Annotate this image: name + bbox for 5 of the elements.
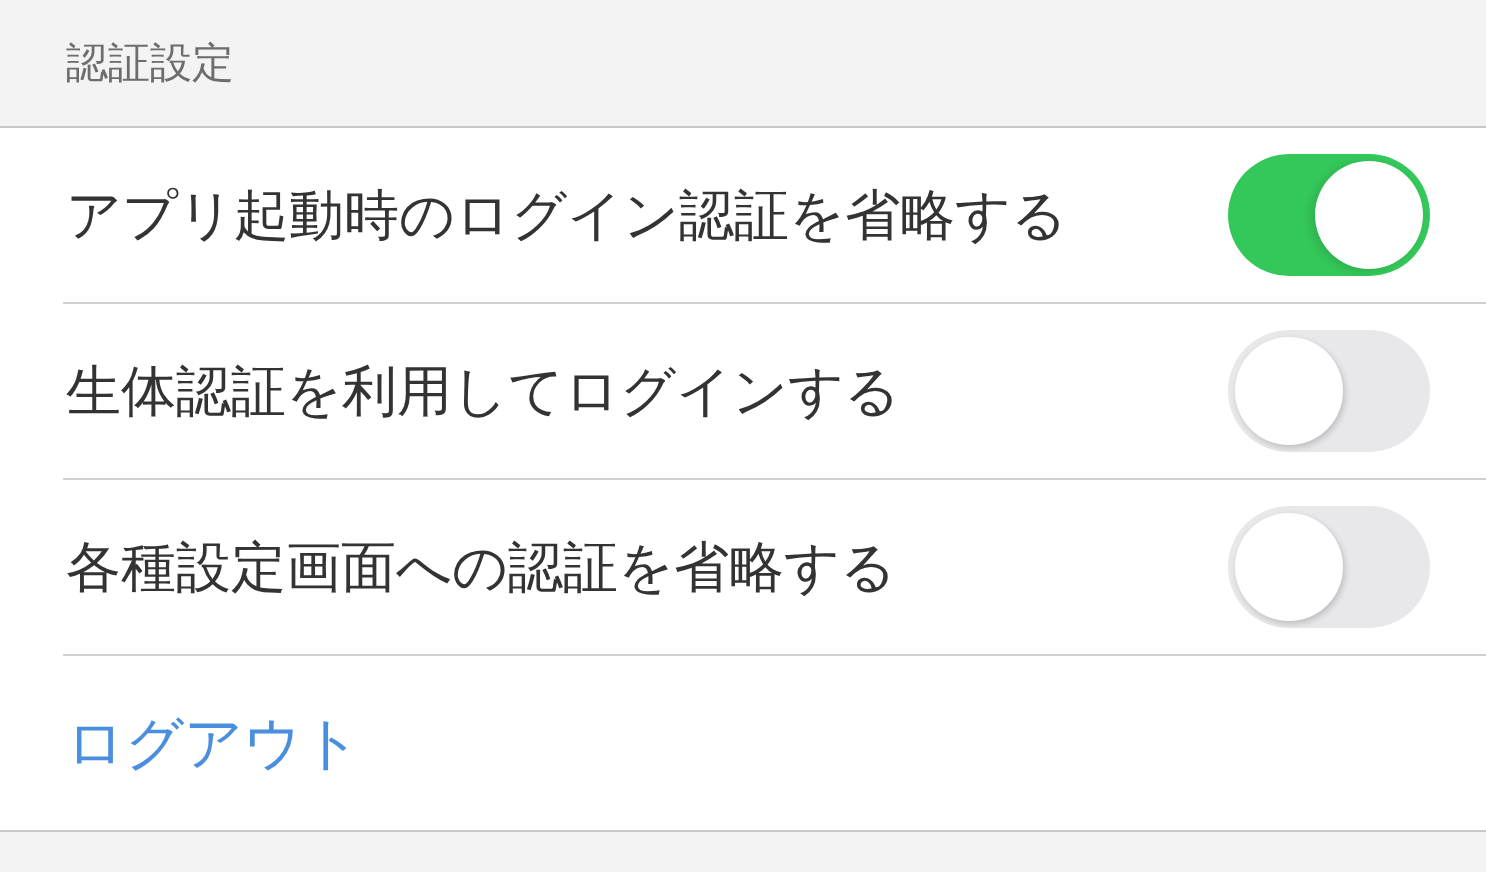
section-title: 認証設定: [66, 42, 234, 84]
setting-label: 生体認証を利用してログインする: [65, 363, 900, 419]
setting-label: 各種設定画面への認証を省略する: [65, 539, 896, 595]
setting-label: アプリ起動時のログイン認証を省略する: [65, 187, 1067, 243]
logout-link[interactable]: ログアウト: [66, 714, 361, 772]
